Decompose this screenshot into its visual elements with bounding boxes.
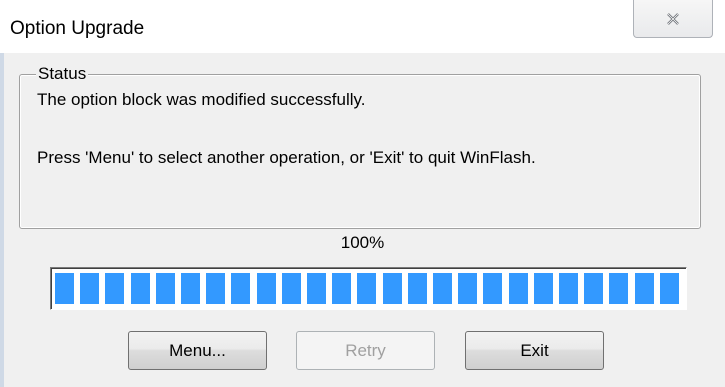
progress-segment	[231, 273, 251, 304]
progress-segment	[533, 273, 553, 304]
progress-segment	[483, 273, 503, 304]
window-border	[0, 53, 4, 387]
progress-percent-label: 100%	[340, 233, 385, 252]
retry-button[interactable]: Retry	[296, 331, 435, 370]
progress-segment	[307, 273, 326, 304]
close-button[interactable]	[633, 0, 713, 38]
progress-segment	[155, 273, 175, 304]
progress-segment	[332, 273, 352, 304]
exit-button[interactable]: Exit	[465, 331, 604, 370]
progress-segment	[407, 273, 427, 304]
close-icon	[667, 12, 679, 25]
progress-segment	[584, 273, 604, 304]
progress-segment	[55, 273, 74, 304]
progress-segment	[559, 273, 578, 304]
progress-segment	[181, 273, 200, 304]
progress-bar	[50, 267, 687, 310]
status-groupbox: Status	[19, 64, 701, 229]
progress-segment	[80, 273, 100, 304]
progress-segment	[634, 273, 654, 304]
progress-segment	[357, 273, 377, 304]
progress-segment	[433, 273, 452, 304]
progress-segment	[508, 273, 528, 304]
progress-segment	[281, 273, 301, 304]
status-message: The option block was modified successful…	[37, 90, 366, 109]
title-bar: Option Upgrade	[0, 0, 725, 53]
progress-fill	[55, 273, 686, 304]
progress-segment	[382, 273, 402, 304]
progress-segment	[130, 273, 150, 304]
progress-segment	[458, 273, 478, 304]
menu-button[interactable]: Menu...	[128, 331, 267, 370]
window-title: Option Upgrade	[10, 18, 145, 39]
progress-segment	[256, 273, 276, 304]
status-instruction: Press 'Menu' to select another operation…	[37, 148, 536, 167]
progress-segment	[609, 273, 629, 304]
status-group-label: Status	[36, 64, 89, 84]
progress-segment	[659, 273, 679, 304]
progress-segment	[206, 273, 226, 304]
progress-segment	[105, 273, 125, 304]
